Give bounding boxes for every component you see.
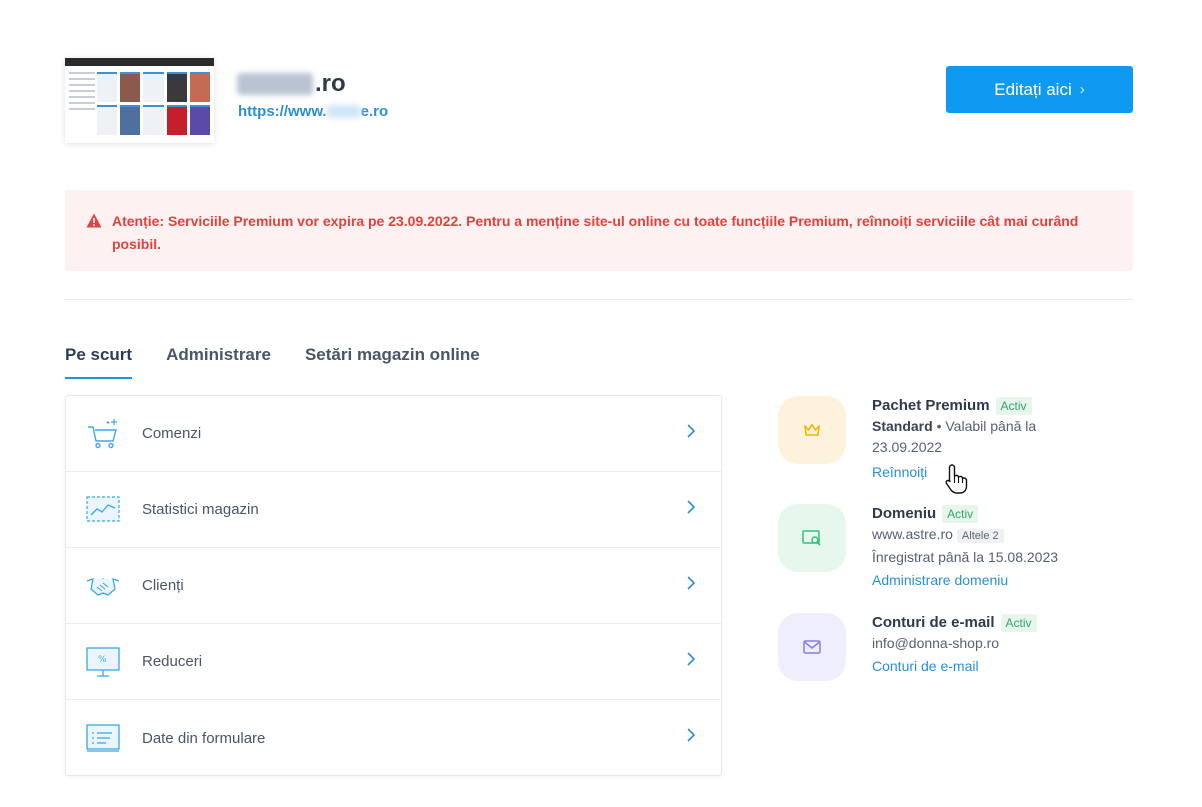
blurred-url-part <box>326 105 361 118</box>
domain-details: Domeniu Activ www.astre.ro Altele 2 Înreg… <box>872 504 1142 591</box>
thumbnail-sidebar <box>69 72 95 114</box>
email-title-row: Conturi de e-mail Activ <box>872 613 1142 633</box>
thumbnail-product-grid <box>97 72 210 135</box>
tab-bar: Pe scurt Administrare Setări magazin onl… <box>65 345 514 379</box>
premium-title-row: Pachet Premium Activ <box>872 396 1142 416</box>
discount-monitor-icon: % <box>86 647 120 677</box>
premium-validity: Standard • Valabil până la 23.09.2022 <box>872 416 1062 458</box>
envelope-icon <box>803 640 821 654</box>
expiry-alert: Atenție: Serviciile Premium vor expira p… <box>65 190 1133 271</box>
edit-site-button[interactable]: Editați aici › <box>946 66 1133 113</box>
menu-label: Statistici magazin <box>142 501 259 518</box>
chevron-right-icon <box>687 424 695 438</box>
site-name: .ro <box>237 70 346 98</box>
handshake-icon <box>86 578 120 596</box>
statistics-chart-icon <box>86 496 120 522</box>
tab-setari-magazin[interactable]: Setări magazin online <box>305 345 480 379</box>
domain-name-row: www.astre.ro Altele 2 <box>872 524 1142 547</box>
alert-message: Atenție: Serviciile Premium vor expira p… <box>112 213 1079 252</box>
shopping-cart-icon <box>88 419 117 449</box>
email-accounts-link[interactable]: Conturi de e-mail <box>872 656 1142 677</box>
other-domains-badge[interactable]: Altele 2 <box>956 529 1004 543</box>
domain-title: Domeniu <box>872 505 937 522</box>
menu-item-clienti[interactable]: Clienți <box>66 548 721 624</box>
chevron-right-icon <box>687 728 695 742</box>
svg-text:%: % <box>98 655 107 665</box>
domain-search-icon <box>802 530 821 546</box>
email-details: Conturi de e-mail Activ info@donna-shop.… <box>872 613 1142 677</box>
email-address: info@donna-shop.ro <box>872 635 1000 651</box>
premium-badge <box>778 396 846 464</box>
site-name-suffix: .ro <box>315 70 346 97</box>
chevron-right-icon <box>687 500 695 514</box>
site-url-link[interactable]: https://www. e.ro <box>238 103 388 120</box>
premium-plan: Standard <box>872 418 933 434</box>
site-url-suffix: e.ro <box>360 103 389 120</box>
menu-item-date-formulare[interactable]: Date din formulare <box>66 700 721 776</box>
menu-label: Date din formulare <box>142 729 266 747</box>
chevron-right-icon <box>687 652 695 666</box>
site-url-prefix: https://www. <box>238 103 327 120</box>
crown-icon <box>804 423 820 436</box>
tab-administrare[interactable]: Administrare <box>166 345 271 379</box>
renew-link[interactable]: Reînnoiți <box>872 462 1142 483</box>
quick-menu-card: Comenzi Statistici magazin Clienți % Red… <box>65 395 722 776</box>
status-badge: Activ <box>995 397 1032 415</box>
chevron-right-icon: › <box>1079 81 1085 98</box>
email-title: Conturi de e-mail <box>872 614 995 631</box>
chevron-right-icon <box>687 576 695 590</box>
email-badge <box>778 613 846 681</box>
menu-item-comenzi[interactable]: Comenzi <box>66 396 721 472</box>
menu-label: Reduceri <box>142 653 203 670</box>
site-thumbnail[interactable] <box>65 58 214 143</box>
tab-pe-scurt[interactable]: Pe scurt <box>65 345 133 379</box>
domain-title-row: Domeniu Activ <box>872 504 1142 524</box>
menu-label: Comenzi <box>142 425 202 442</box>
hand-cursor-icon <box>945 464 968 494</box>
manage-domain-link[interactable]: Administrare domeniu <box>872 570 1142 591</box>
status-badge: Activ <box>942 505 979 523</box>
domain-registered-until: Înregistrat până la 15.08.2023 <box>872 549 1059 565</box>
warning-icon <box>86 213 102 228</box>
domain-badge <box>778 504 846 572</box>
divider <box>65 299 1133 300</box>
edit-button-label: Editați aici <box>994 79 1072 99</box>
form-data-icon <box>86 724 120 752</box>
domain-name: www.astre.ro <box>872 526 953 542</box>
menu-label: Clienți <box>142 577 184 594</box>
menu-item-reduceri[interactable]: % Reduceri <box>66 624 721 700</box>
blurred-site-name <box>237 73 313 95</box>
premium-details: Pachet Premium Activ Standard • Valabil … <box>872 396 1142 483</box>
premium-title: Pachet Premium <box>872 397 990 414</box>
status-badge: Activ <box>1000 614 1037 632</box>
menu-item-statistici[interactable]: Statistici magazin <box>66 472 721 548</box>
thumbnail-topbar <box>65 58 214 66</box>
